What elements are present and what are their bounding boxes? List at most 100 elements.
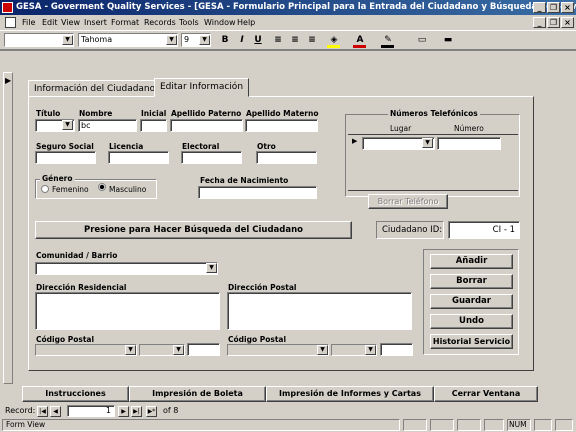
underline-button[interactable]: U (250, 32, 266, 48)
doc-close-button[interactable]: × (561, 17, 574, 28)
close-window-button[interactable]: × (561, 2, 574, 13)
status-cell-4 (484, 419, 504, 431)
fill-color-swatch (327, 45, 340, 48)
horizontal-scrollbar[interactable] (190, 408, 570, 416)
next-record-button[interactable]: ▶ (118, 406, 129, 417)
restore-window-button[interactable]: ❐ (547, 2, 560, 13)
borrar-button[interactable]: Borrar (430, 274, 513, 289)
window-title: GESA - Goverment Quality Services - [GES… (16, 2, 576, 12)
font-combo-arrow[interactable]: ▼ (166, 35, 177, 45)
app-icon[interactable] (2, 2, 13, 13)
codigo-postal-2-combo[interactable] (227, 344, 329, 356)
menu-help[interactable]: Help (234, 15, 258, 30)
line-color-swatch (381, 45, 394, 48)
numero-field[interactable] (437, 137, 501, 150)
codigo-postal-2-sub-arrow[interactable]: ▼ (365, 345, 376, 355)
fecha-nacimiento-field[interactable] (198, 186, 317, 199)
menu-view[interactable]: View (58, 15, 83, 30)
record-selector[interactable] (3, 72, 13, 384)
label-seguro-social: Seguro Social (36, 142, 94, 151)
apellido-materno-field[interactable] (245, 119, 318, 132)
ciudadano-id-label: Ciudadano ID: (376, 221, 444, 239)
tab-editar-informacion[interactable]: Editar Información (154, 78, 250, 97)
menu-file[interactable]: File (19, 15, 38, 30)
codigo-postal-1-sub-arrow[interactable]: ▼ (173, 345, 184, 355)
label-inicial: Inicial (141, 109, 167, 118)
menu-format[interactable]: Format (108, 15, 142, 30)
label-numero: Número (454, 124, 484, 133)
label-codigo-postal-2: Código Postal (228, 335, 287, 344)
object-combo-arrow[interactable]: ▼ (62, 35, 73, 45)
codigo-postal-1-ext-field[interactable] (187, 343, 220, 356)
codigo-postal-1-arrow[interactable]: ▼ (125, 345, 136, 355)
undo-button[interactable]: Undo (430, 314, 513, 329)
nombre-field[interactable]: bc (78, 119, 137, 132)
label-fecha-nacimiento: Fecha de Nacimiento (200, 176, 289, 185)
new-record-button[interactable]: ▶* (146, 406, 157, 417)
impresion-boleta-button[interactable]: Impresión de Boleta (129, 386, 266, 402)
dir-residencial-field[interactable] (35, 292, 220, 330)
codigo-postal-1-combo[interactable] (35, 344, 137, 356)
align-right-icon[interactable]: ≡ (304, 32, 320, 48)
comunidad-combo[interactable] (35, 262, 218, 275)
minimize-window-button[interactable]: _ (533, 2, 546, 13)
impresion-informes-button[interactable]: Impresión de Informes y Cartas (266, 386, 434, 402)
line-width-icon[interactable]: ▭ (414, 32, 430, 48)
align-center-icon[interactable]: ≡ (287, 32, 303, 48)
form-doc-icon[interactable] (5, 17, 16, 28)
window-title-bar: GESA - Goverment Quality Services - [GES… (0, 0, 576, 15)
codigo-postal-2-ext-field[interactable] (380, 343, 413, 356)
previous-record-button[interactable]: ◀ (50, 406, 61, 417)
titulo-combo-arrow[interactable]: ▼ (62, 120, 73, 130)
record-number-field[interactable]: 1 (67, 405, 115, 417)
seguro-social-field[interactable] (35, 151, 96, 164)
instrucciones-button[interactable]: Instrucciones (22, 386, 129, 402)
special-effect-icon[interactable]: ▬ (440, 32, 456, 48)
status-cell-6 (534, 419, 552, 431)
lugar-combo-arrow[interactable]: ▼ (422, 138, 433, 148)
comunidad-combo-arrow[interactable]: ▼ (206, 263, 217, 273)
subform-current-record-icon: ▶ (352, 137, 358, 145)
inicial-field[interactable] (140, 119, 167, 132)
record-label: Record: (5, 406, 36, 415)
anadir-button[interactable]: Añadir (430, 254, 513, 269)
historial-servicio-button[interactable]: Historial Servicio (430, 334, 513, 349)
borrar-telefono-button[interactable]: Borrar Teléfono (368, 194, 448, 209)
tab-info-label: Información del Ciudadano (34, 84, 156, 94)
menu-tools[interactable]: Tools (176, 15, 202, 30)
subform-bottom-line (348, 190, 518, 191)
masculino-radio[interactable] (98, 183, 106, 191)
last-record-button[interactable]: ▶| (131, 406, 142, 417)
label-comunidad: Comunidad / Barrio (36, 251, 118, 260)
otro-field[interactable] (256, 151, 317, 164)
dir-postal-field[interactable] (227, 292, 412, 330)
doc-restore-button[interactable]: ❐ (547, 17, 560, 28)
codigo-postal-2-arrow[interactable]: ▼ (317, 345, 328, 355)
menu-insert[interactable]: Insert (81, 15, 110, 30)
licencia-field[interactable] (108, 151, 169, 164)
buscar-ciudadano-button[interactable]: Presione para Hacer Búsqueda del Ciudada… (35, 221, 352, 239)
first-record-button[interactable]: |◀ (37, 406, 48, 417)
apellido-paterno-field[interactable] (170, 119, 243, 132)
electoral-field[interactable] (181, 151, 242, 164)
bold-button[interactable]: B (217, 32, 233, 48)
label-apellido-materno: Apellido Materno (246, 109, 319, 118)
font-color-swatch (353, 45, 366, 48)
font-combo[interactable]: Tahoma (78, 33, 178, 47)
subform-divider (348, 134, 518, 135)
cerrar-ventana-button[interactable]: Cerrar Ventana (434, 386, 538, 402)
italic-button[interactable]: I (234, 32, 250, 48)
menu-records[interactable]: Records (141, 15, 179, 30)
menu-window[interactable]: Window (201, 15, 239, 30)
doc-minimize-button[interactable]: _ (533, 17, 546, 28)
tab-edit-label: Editar Información (160, 82, 244, 92)
align-left-icon[interactable]: ≡ (270, 32, 286, 48)
label-femenino: Femenino (52, 185, 89, 194)
font-size-arrow[interactable]: ▼ (199, 35, 210, 45)
tab-informacion-ciudadano[interactable]: Información del Ciudadano (28, 80, 162, 97)
status-text: Form View (2, 419, 400, 431)
guardar-button[interactable]: Guardar (430, 294, 513, 309)
label-dir-residencial: Dirección Residencial (36, 283, 127, 292)
femenino-radio[interactable] (41, 185, 49, 193)
label-telefonos: Números Telefónicos (388, 109, 480, 118)
